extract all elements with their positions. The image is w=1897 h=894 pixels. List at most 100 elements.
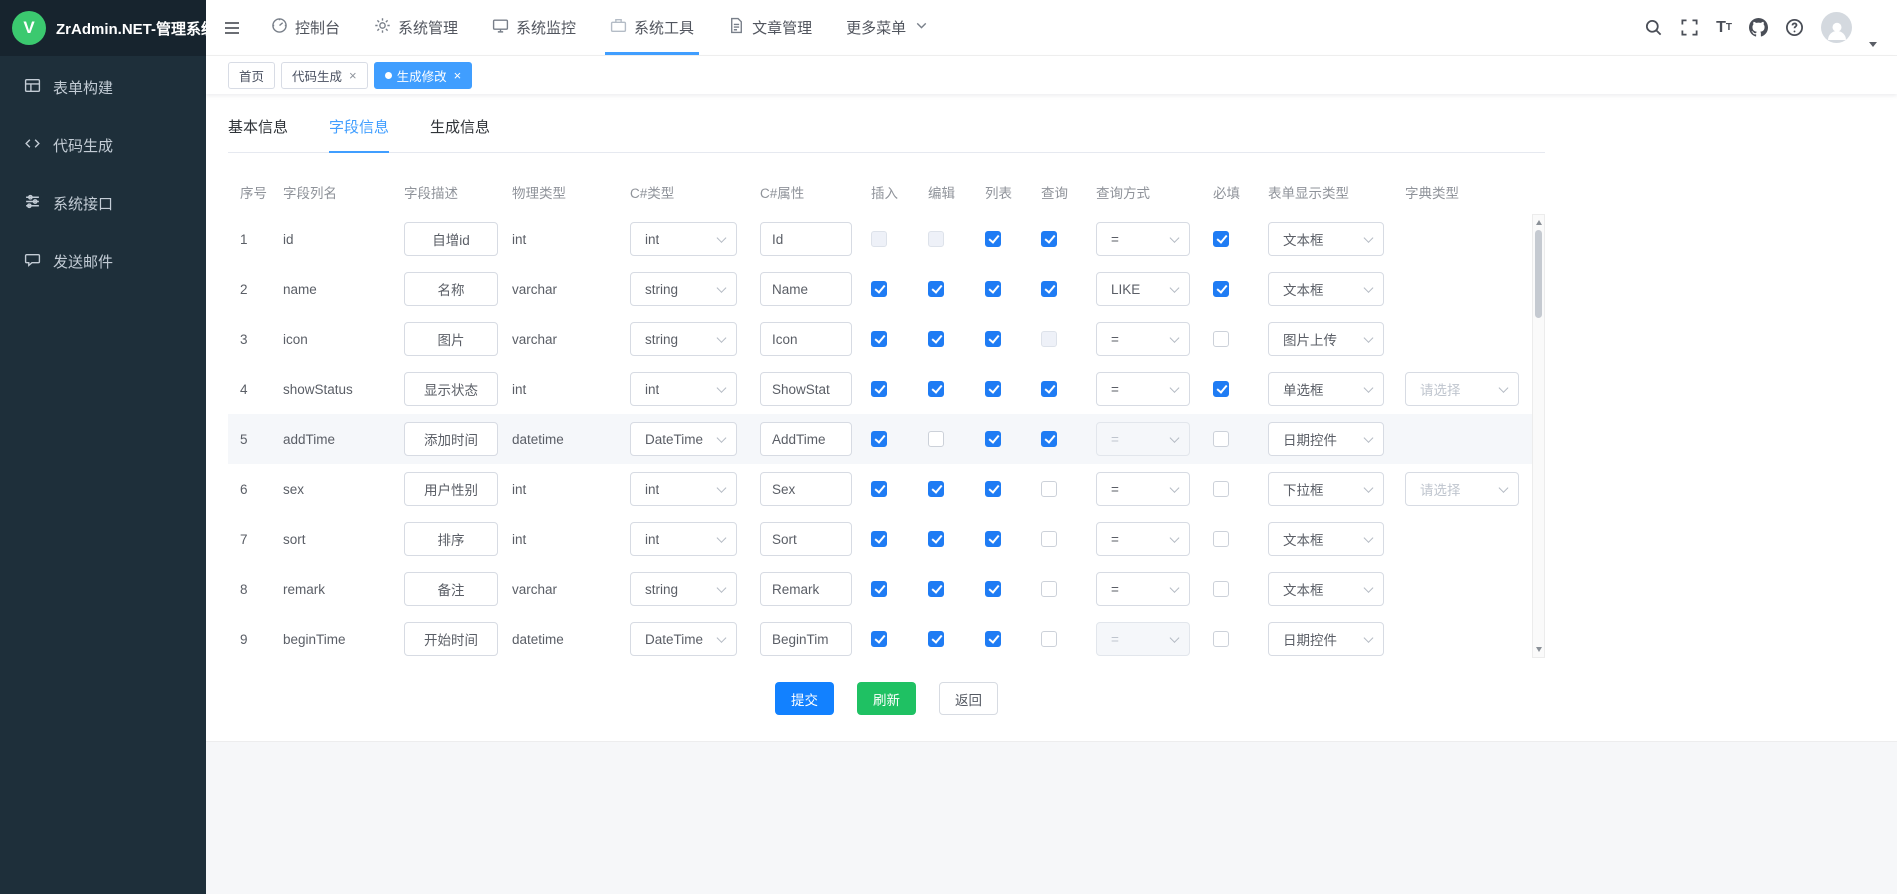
- fullscreen-icon[interactable]: [1680, 18, 1699, 37]
- avatar[interactable]: [1821, 12, 1852, 43]
- scroll-down-arrow[interactable]: [1533, 643, 1544, 656]
- insert-checkbox[interactable]: [871, 381, 887, 397]
- csharp-type-select[interactable]: int: [630, 472, 737, 506]
- query-method-select[interactable]: =: [1096, 372, 1190, 406]
- display-type-select[interactable]: 日期控件: [1268, 422, 1384, 456]
- list-checkbox[interactable]: [985, 581, 1001, 597]
- required-checkbox[interactable]: [1213, 581, 1229, 597]
- query-method-select[interactable]: =: [1096, 572, 1190, 606]
- required-checkbox[interactable]: [1213, 431, 1229, 447]
- csharp-type-select[interactable]: int: [630, 522, 737, 556]
- hamburger-icon[interactable]: [222, 18, 242, 38]
- insert-checkbox[interactable]: [871, 431, 887, 447]
- insert-checkbox[interactable]: [871, 581, 887, 597]
- csharp-property-input[interactable]: AddTime: [760, 422, 852, 456]
- query-checkbox[interactable]: [1041, 381, 1057, 397]
- back-button[interactable]: 返回: [939, 682, 998, 715]
- github-icon[interactable]: [1749, 18, 1768, 37]
- submit-button[interactable]: 提交: [775, 682, 834, 715]
- display-type-select[interactable]: 下拉框: [1268, 472, 1384, 506]
- list-checkbox[interactable]: [985, 481, 1001, 497]
- nav-item-system-manage[interactable]: 系统管理: [357, 0, 475, 55]
- sidebar-item-system-api[interactable]: 系统接口: [0, 174, 206, 232]
- csharp-type-select[interactable]: int: [630, 222, 737, 256]
- edit-checkbox[interactable]: [928, 481, 944, 497]
- edit-checkbox[interactable]: [928, 431, 944, 447]
- insert-checkbox[interactable]: [871, 281, 887, 297]
- csharp-property-input[interactable]: Sex: [760, 472, 852, 506]
- csharp-property-input[interactable]: Name: [760, 272, 852, 306]
- required-checkbox[interactable]: [1213, 481, 1229, 497]
- help-icon[interactable]: [1785, 18, 1804, 37]
- description-input[interactable]: 图片: [404, 322, 498, 356]
- csharp-property-input[interactable]: Icon: [760, 322, 852, 356]
- query-method-select[interactable]: =: [1096, 522, 1190, 556]
- required-checkbox[interactable]: [1213, 381, 1229, 397]
- description-input[interactable]: 自增id: [404, 222, 498, 256]
- query-method-select[interactable]: =: [1096, 322, 1190, 356]
- description-input[interactable]: 添加时间: [404, 422, 498, 456]
- list-checkbox[interactable]: [985, 531, 1001, 547]
- tag-home[interactable]: 首页: [228, 62, 275, 89]
- search-icon[interactable]: [1644, 18, 1663, 37]
- edit-checkbox[interactable]: [928, 381, 944, 397]
- csharp-property-input[interactable]: Id: [760, 222, 852, 256]
- insert-checkbox[interactable]: [871, 531, 887, 547]
- list-checkbox[interactable]: [985, 331, 1001, 347]
- tab-field-info[interactable]: 字段信息: [329, 116, 389, 152]
- close-icon[interactable]: ×: [454, 69, 462, 82]
- edit-checkbox[interactable]: [928, 531, 944, 547]
- insert-checkbox[interactable]: [871, 331, 887, 347]
- required-checkbox[interactable]: [1213, 281, 1229, 297]
- description-input[interactable]: 排序: [404, 522, 498, 556]
- list-checkbox[interactable]: [985, 231, 1001, 247]
- description-input[interactable]: 备注: [404, 572, 498, 606]
- display-type-select[interactable]: 文本框: [1268, 272, 1384, 306]
- nav-item-dashboard[interactable]: 控制台: [254, 0, 357, 55]
- csharp-property-input[interactable]: ShowStat: [760, 372, 852, 406]
- csharp-type-select[interactable]: string: [630, 572, 737, 606]
- font-size-icon[interactable]: TT: [1716, 20, 1732, 36]
- required-checkbox[interactable]: [1213, 531, 1229, 547]
- refresh-button[interactable]: 刷新: [857, 682, 916, 715]
- required-checkbox[interactable]: [1213, 331, 1229, 347]
- description-input[interactable]: 显示状态: [404, 372, 498, 406]
- edit-checkbox[interactable]: [928, 631, 944, 647]
- app-logo-bar[interactable]: V ZrAdmin.NET-管理系统: [0, 0, 206, 56]
- list-checkbox[interactable]: [985, 281, 1001, 297]
- csharp-type-select[interactable]: string: [630, 322, 737, 356]
- sidebar-item-send-mail[interactable]: 发送邮件: [0, 232, 206, 290]
- nav-item-article-manage[interactable]: 文章管理: [711, 0, 829, 55]
- list-checkbox[interactable]: [985, 631, 1001, 647]
- query-method-select[interactable]: =: [1096, 472, 1190, 506]
- edit-checkbox[interactable]: [928, 331, 944, 347]
- query-method-select[interactable]: =: [1096, 222, 1190, 256]
- list-checkbox[interactable]: [985, 431, 1001, 447]
- query-checkbox[interactable]: [1041, 531, 1057, 547]
- display-type-select[interactable]: 日期控件: [1268, 622, 1384, 656]
- csharp-property-input[interactable]: Sort: [760, 522, 852, 556]
- query-checkbox[interactable]: [1041, 231, 1057, 247]
- display-type-select[interactable]: 文本框: [1268, 222, 1384, 256]
- nav-item-system-tools[interactable]: 系统工具: [593, 0, 711, 55]
- csharp-type-select[interactable]: DateTime: [630, 422, 737, 456]
- tag-gen-edit[interactable]: 生成修改 ×: [374, 62, 473, 89]
- tab-basic-info[interactable]: 基本信息: [228, 116, 288, 152]
- avatar-caret-down-icon[interactable]: [1869, 42, 1877, 47]
- scrollbar-thumb[interactable]: [1535, 230, 1542, 318]
- csharp-property-input[interactable]: BeginTim: [760, 622, 852, 656]
- query-method-select[interactable]: LIKE: [1096, 272, 1190, 306]
- sidebar-item-form-build[interactable]: 表单构建: [0, 58, 206, 116]
- tag-code-gen[interactable]: 代码生成 ×: [281, 62, 368, 89]
- required-checkbox[interactable]: [1213, 631, 1229, 647]
- display-type-select[interactable]: 文本框: [1268, 522, 1384, 556]
- query-checkbox[interactable]: [1041, 581, 1057, 597]
- required-checkbox[interactable]: [1213, 231, 1229, 247]
- query-checkbox[interactable]: [1041, 431, 1057, 447]
- display-type-select[interactable]: 图片上传: [1268, 322, 1384, 356]
- csharp-type-select[interactable]: DateTime: [630, 622, 737, 656]
- csharp-type-select[interactable]: string: [630, 272, 737, 306]
- sidebar-item-code-gen[interactable]: 代码生成: [0, 116, 206, 174]
- edit-checkbox[interactable]: [928, 581, 944, 597]
- display-type-select[interactable]: 文本框: [1268, 572, 1384, 606]
